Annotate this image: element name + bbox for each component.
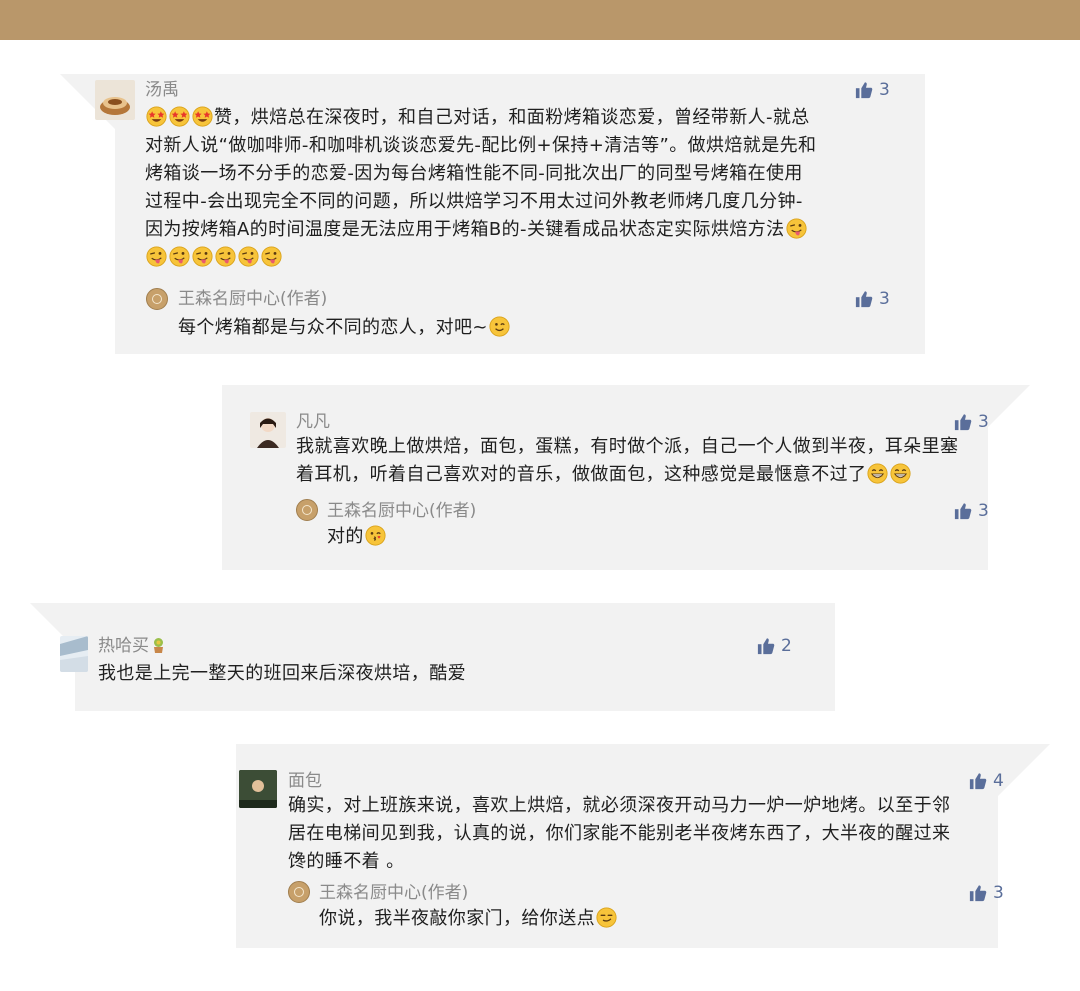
potted-plant-icon: [151, 637, 166, 653]
like-button[interactable]: 3: [855, 80, 890, 100]
avatar[interactable]: [250, 412, 286, 448]
thumbs-up-icon: [855, 290, 873, 308]
comment-line: 我就喜欢晚上做烘焙，面包，蛋糕，有时做个派，自己一个人做到半夜，耳朵里塞: [296, 436, 959, 457]
emoji-line: [145, 244, 935, 272]
tongue-wink-emoji: [786, 218, 807, 239]
star-struck-emoji: [192, 106, 213, 127]
avatar[interactable]: [95, 80, 135, 120]
thumbs-up-icon: [757, 637, 775, 655]
tongue-wink-emoji: [261, 246, 282, 267]
thumbs-up-icon: [954, 413, 972, 431]
comment-line: 我也是上完一整天的班回来后深夜烘培，酷爱: [98, 663, 466, 684]
commenter-name[interactable]: 汤禹: [145, 80, 179, 100]
commenter-name[interactable]: 热哈买: [98, 636, 166, 656]
tongue-wink-emoji: [192, 246, 213, 267]
comment-card: 面包 4 确实，对上班族来说，喜欢上烘焙，就必须深夜开动马力一炉一炉地烤。以至于…: [236, 744, 1004, 948]
like-count: 3: [879, 80, 890, 100]
like-button[interactable]: 3: [954, 412, 989, 432]
tongue-wink-emoji: [238, 246, 259, 267]
like-count: 3: [978, 412, 989, 432]
top-banner: [0, 0, 1080, 40]
avatar[interactable]: [60, 636, 88, 672]
comment-text: 确实，对上班族来说，喜欢上烘焙，就必须深夜开动马力一炉一炉地烤。以至于邻 居在电…: [288, 792, 1000, 876]
author-seal-logo[interactable]: [146, 288, 168, 310]
comment-text: 赞，烘焙总在深夜时，和自己对话，和面粉烤箱谈恋爱，曾经带新人-就总 对新人说“做…: [145, 104, 935, 272]
comment-text: 我也是上完一整天的班回来后深夜烘培，酷爱: [98, 660, 466, 688]
comment-line: 烤箱谈一场不分手的恋爱-因为每台烤箱性能不同-同批次出厂的同型号烤箱在使用: [145, 163, 803, 184]
comment-line: 确实，对上班族来说，喜欢上烘焙，就必须深夜开动马力一炉一炉地烤。以至于邻: [288, 795, 951, 816]
thumbs-up-icon: [954, 502, 972, 520]
like-count: 3: [978, 501, 989, 521]
comment-card: 热哈买 2 我也是上完一整天的班回来后深夜烘培，酷爱: [60, 603, 835, 711]
commenter-name[interactable]: 凡凡: [296, 412, 330, 432]
comment-line: 因为按烤箱A的时间温度是无法应用于烤箱B的-关键看成品状态定实际烘焙方法: [145, 216, 935, 244]
wink-emoji: [489, 316, 510, 337]
comment-line: 着耳机，听着自己喜欢对的音乐，做做面包，这种感觉是最惬意不过了: [296, 461, 986, 489]
card-corner-flag: [985, 385, 1030, 430]
avatar[interactable]: [239, 770, 277, 808]
tongue-wink-emoji: [169, 246, 190, 267]
like-count: 2: [781, 636, 792, 656]
commenter-name[interactable]: 面包: [288, 771, 322, 791]
tongue-wink-emoji: [146, 246, 167, 267]
reply-text: 每个烤箱都是与众不同的恋人，对吧~: [178, 314, 511, 342]
star-struck-emoji: [169, 106, 190, 127]
thumbs-up-icon: [969, 884, 987, 902]
author-seal-logo[interactable]: [288, 881, 310, 903]
like-button[interactable]: 2: [757, 636, 792, 656]
reply-text: 你说，我半夜敲你家门，给你送点: [319, 905, 618, 933]
reply-like-button[interactable]: 3: [855, 289, 890, 309]
grin-emoji: [890, 463, 911, 484]
like-count: 3: [993, 883, 1004, 903]
reply-like-button[interactable]: 3: [969, 883, 1004, 903]
thumbs-up-icon: [855, 81, 873, 99]
reply-text: 对的: [327, 523, 387, 551]
comment-line: 馋的睡不着 。: [288, 851, 405, 872]
kiss-wink-emoji: [365, 525, 386, 546]
comment-line: 对新人说“做咖啡师-和咖啡机谈谈恋爱先-配比例+保持+清洁等”。做烘焙就是先和: [145, 135, 817, 156]
comment-line: 赞，烘焙总在深夜时，和自己对话，和面粉烤箱谈恋爱，曾经带新人-就总: [145, 104, 935, 132]
comment-text: 我就喜欢晚上做烘焙，面包，蛋糕，有时做个派，自己一个人做到半夜，耳朵里塞 着耳机…: [296, 433, 986, 489]
smirk-emoji: [596, 907, 617, 928]
star-struck-emoji: [146, 106, 167, 127]
like-count: 4: [993, 771, 1004, 791]
comment-card: 凡凡 3 我就喜欢晚上做烘焙，面包，蛋糕，有时做个派，自己一个人做到半夜，耳朵里…: [222, 385, 989, 570]
comment-line: 过程中-会出现完全不同的问题，所以烘焙学习不用太过问外教老师烤几度几分钟-: [145, 191, 803, 212]
comment-line: 居在电梯间见到我，认真的说，你们家能不能别老半夜烤东西了，大半夜的醒过来: [288, 823, 951, 844]
like-count: 3: [879, 289, 890, 309]
tongue-wink-emoji: [215, 246, 236, 267]
like-button[interactable]: 4: [969, 771, 1004, 791]
author-name[interactable]: 王森名厨中心(作者): [319, 883, 468, 903]
reply-like-button[interactable]: 3: [954, 501, 989, 521]
grin-emoji: [867, 463, 888, 484]
comment-card: 汤禹 3 赞，烘焙总在深夜时，和自己对话，和面粉烤箱谈恋爱，曾经带新人-就总 对…: [95, 74, 925, 354]
author-seal-logo[interactable]: [296, 499, 318, 521]
thumbs-up-icon: [969, 772, 987, 790]
author-name[interactable]: 王森名厨中心(作者): [327, 501, 476, 521]
author-name[interactable]: 王森名厨中心(作者): [178, 289, 327, 309]
